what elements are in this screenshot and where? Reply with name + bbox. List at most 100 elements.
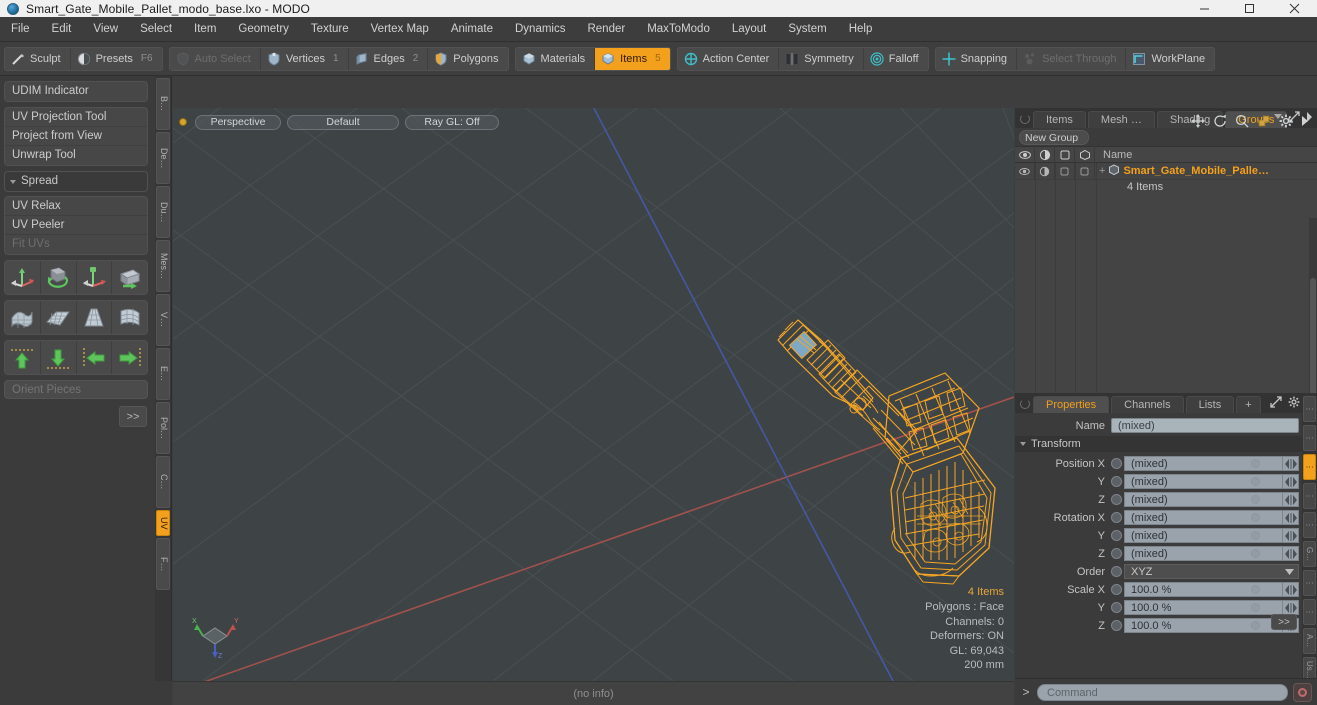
items-button[interactable]: Items 5 xyxy=(595,47,670,70)
row-expander[interactable]: + xyxy=(1099,165,1105,177)
property-key-toggle[interactable] xyxy=(1111,602,1122,613)
left-vtab-1[interactable]: De… xyxy=(156,132,170,184)
right-vtab-2[interactable]: ⋮ xyxy=(1303,454,1316,480)
viewport-raygl-button[interactable]: Ray GL: Off xyxy=(405,114,499,130)
more-arrow-icon[interactable] xyxy=(1301,115,1309,127)
viewport-settings-gear-icon[interactable] xyxy=(1279,114,1293,128)
tab-channels[interactable]: Channels xyxy=(1111,396,1184,413)
left-vtab-4[interactable]: V… xyxy=(156,294,170,346)
shear-cube-icon[interactable] xyxy=(112,261,147,294)
row-render-toggle[interactable] xyxy=(1035,162,1055,180)
tool-project-from-view[interactable]: Project from View xyxy=(5,127,147,146)
right-vtab-4[interactable]: ⋮ xyxy=(1303,512,1316,538)
edges-button[interactable]: Edges 2 xyxy=(348,47,429,70)
property-stepper-arrows[interactable] xyxy=(1283,474,1299,489)
menu-maxtomodo[interactable]: MaxToModo xyxy=(636,17,721,42)
name-field[interactable]: (mixed) xyxy=(1111,418,1299,433)
menu-item[interactable]: Item xyxy=(183,17,227,42)
table-row[interactable]: + Smart_Gate_Mobile_Palle… xyxy=(1015,162,1317,180)
property-value-field[interactable]: 100.0 % xyxy=(1124,618,1283,633)
menu-view[interactable]: View xyxy=(82,17,129,42)
property-value-field[interactable]: (mixed) xyxy=(1124,528,1283,543)
property-stepper-arrows[interactable] xyxy=(1283,510,1299,525)
scale-axis-icon[interactable] xyxy=(76,261,113,294)
left-vtab-5[interactable]: E… xyxy=(156,348,170,400)
snapping-button[interactable]: Snapping xyxy=(935,47,1018,70)
property-key-toggle[interactable] xyxy=(1111,566,1122,577)
gear-icon[interactable] xyxy=(1288,396,1300,411)
render-icon[interactable] xyxy=(1035,146,1055,163)
smooth-mesh-icon[interactable] xyxy=(5,301,41,334)
property-value-field[interactable]: (mixed) xyxy=(1124,456,1283,471)
property-mini-knob[interactable] xyxy=(1251,531,1260,540)
property-mini-knob[interactable] xyxy=(1251,549,1260,558)
left-vtab-9[interactable]: F… xyxy=(156,538,170,590)
tab-mesh[interactable]: Mesh … xyxy=(1087,111,1155,128)
property-stepper-arrows[interactable] xyxy=(1283,546,1299,561)
action-center-button[interactable]: Action Center xyxy=(677,47,780,70)
left-vtab-7[interactable]: C… xyxy=(156,456,170,508)
symmetry-button[interactable]: Symmetry xyxy=(779,47,864,70)
materials-button[interactable]: Materials xyxy=(515,47,596,70)
shading-icon[interactable] xyxy=(1075,146,1095,163)
sculpt-button[interactable]: Sculpt xyxy=(5,47,71,70)
property-key-toggle[interactable] xyxy=(1111,512,1122,523)
fit-view-icon[interactable] xyxy=(1257,114,1271,128)
property-key-toggle[interactable] xyxy=(1111,494,1122,505)
property-mini-knob[interactable] xyxy=(1251,513,1260,522)
section-header-spread[interactable]: Spread xyxy=(5,172,147,191)
property-value-field[interactable]: (mixed) xyxy=(1124,510,1283,525)
property-key-toggle[interactable] xyxy=(1111,458,1122,469)
property-value-field[interactable]: (mixed) xyxy=(1124,492,1283,507)
property-dropdown[interactable]: XYZ xyxy=(1124,564,1299,579)
orient-pieces-field[interactable]: Orient Pieces xyxy=(4,380,148,399)
menu-vertex-map[interactable]: Vertex Map xyxy=(360,17,440,42)
property-value-field[interactable]: (mixed) xyxy=(1124,546,1283,561)
tool-uv-peeler[interactable]: UV Peeler xyxy=(5,216,147,235)
polygons-button[interactable]: Polygons xyxy=(428,47,508,70)
menu-layout[interactable]: Layout xyxy=(721,17,778,42)
close-icon[interactable] xyxy=(1272,0,1317,17)
falloff-button[interactable]: Falloff xyxy=(863,47,928,70)
property-mini-knob[interactable] xyxy=(1251,621,1260,630)
left-expand-button[interactable]: >> xyxy=(119,406,147,427)
rotate-icon[interactable] xyxy=(1213,114,1227,128)
group-list-body[interactable]: + Smart_Gate_Mobile_Palle… 4 Items xyxy=(1015,162,1317,456)
right-vtab-3[interactable]: ⋮ xyxy=(1303,483,1316,509)
property-key-toggle[interactable] xyxy=(1111,476,1122,487)
tool-uv-projection[interactable]: UV Projection Tool xyxy=(5,108,147,127)
tab-add[interactable]: + xyxy=(1236,396,1261,413)
viewport-projection-button[interactable]: Perspective xyxy=(195,114,281,130)
property-mini-knob[interactable] xyxy=(1251,585,1260,594)
tab-items[interactable]: Items xyxy=(1033,111,1086,128)
maximize-icon[interactable] xyxy=(1227,0,1272,17)
tab-properties[interactable]: Properties xyxy=(1033,396,1110,413)
section-header-transform[interactable]: Transform xyxy=(1015,436,1317,452)
minimize-icon[interactable] xyxy=(1182,0,1227,17)
bend-mesh-icon[interactable] xyxy=(112,301,147,334)
align-down-icon[interactable] xyxy=(40,341,77,374)
new-group-button[interactable]: New Group xyxy=(1019,130,1089,145)
right-vtab-5[interactable]: G… xyxy=(1303,541,1316,567)
left-vtab-6[interactable]: Pol… xyxy=(156,402,170,454)
grid-flatten-icon[interactable] xyxy=(40,301,77,334)
align-right-icon[interactable] xyxy=(112,341,147,374)
property-mini-knob[interactable] xyxy=(1251,603,1260,612)
property-stepper-arrows[interactable] xyxy=(1283,492,1299,507)
property-stepper-arrows[interactable] xyxy=(1283,600,1299,615)
menu-texture[interactable]: Texture xyxy=(300,17,360,42)
row-wireframe-toggle[interactable] xyxy=(1055,162,1075,180)
eye-visibility-icon[interactable] xyxy=(1015,146,1035,163)
right-vtab-1[interactable]: ⋮ xyxy=(1303,425,1316,451)
command-input[interactable]: Command xyxy=(1037,683,1288,701)
property-mini-knob[interactable] xyxy=(1251,477,1260,486)
property-value-field[interactable]: (mixed) xyxy=(1124,474,1283,489)
property-key-toggle[interactable] xyxy=(1111,620,1122,631)
menu-file[interactable]: File xyxy=(0,17,41,42)
property-key-toggle[interactable] xyxy=(1111,530,1122,541)
tool-uv-relax[interactable]: UV Relax xyxy=(5,197,147,216)
left-vtab-8[interactable]: UV xyxy=(156,510,170,536)
property-key-toggle[interactable] xyxy=(1111,548,1122,559)
menu-edit[interactable]: Edit xyxy=(41,17,83,42)
align-up-icon[interactable] xyxy=(5,341,41,374)
